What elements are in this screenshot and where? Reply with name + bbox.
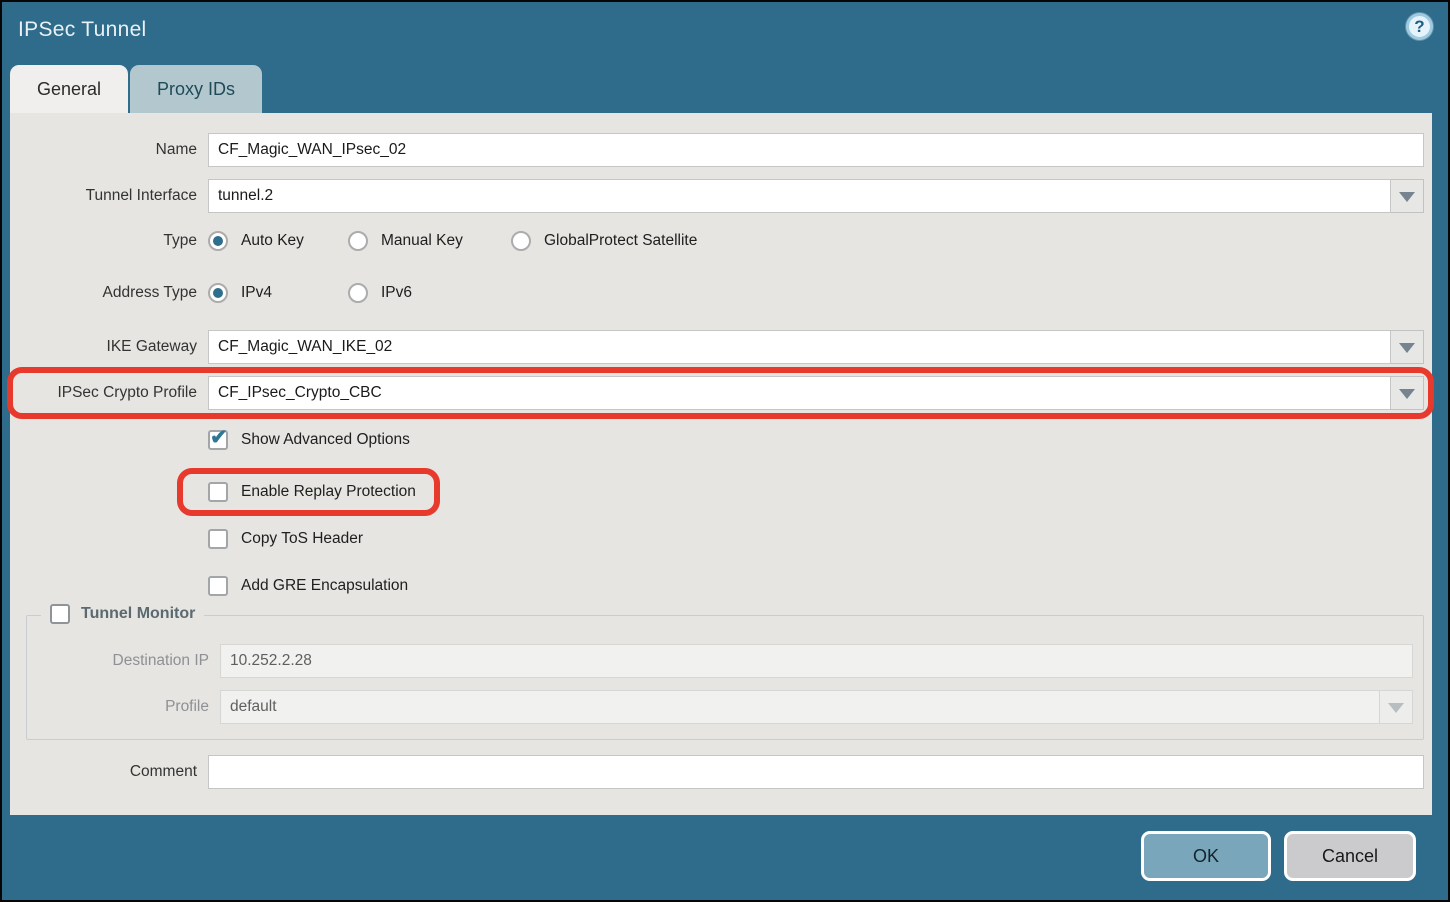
destination-ip-row: Destination IP	[27, 644, 1413, 678]
comment-input[interactable]	[208, 755, 1424, 789]
name-input[interactable]	[208, 133, 1424, 167]
help-icon[interactable]: ?	[1406, 13, 1433, 40]
profile-label: Profile	[27, 698, 220, 716]
name-row: Name	[10, 133, 1424, 167]
type-label: Type	[10, 232, 208, 250]
ike-gateway-row: IKE Gateway	[10, 330, 1424, 364]
copy-tos-header-row: Copy ToS Header	[10, 526, 1424, 552]
radio-option-manual-key: Manual Key	[348, 231, 511, 251]
ipsec-crypto-profile-input[interactable]	[208, 376, 1391, 410]
tunnel-interface-label: Tunnel Interface	[10, 187, 208, 205]
show-advanced-options-checkbox[interactable]	[208, 430, 228, 450]
tunnel-monitor-legend: Tunnel Monitor	[41, 604, 204, 624]
profile-dropdown-button	[1380, 690, 1413, 724]
chevron-down-icon	[1399, 192, 1415, 210]
destination-ip-label: Destination IP	[27, 652, 220, 670]
ipv6-radio[interactable]	[348, 283, 368, 303]
tunnel-monitor-label: Tunnel Monitor	[81, 605, 195, 623]
tunnel-interface-row: Tunnel Interface	[10, 179, 1424, 213]
dialog-footer: OK Cancel	[2, 817, 1448, 900]
tunnel-monitor-fieldset: Tunnel Monitor Destination IP Profile	[26, 615, 1424, 740]
manual-key-label: Manual Key	[381, 232, 463, 250]
ike-gateway-dropdown-button[interactable]	[1391, 330, 1424, 364]
ipv6-label: IPv6	[381, 284, 412, 302]
manual-key-radio[interactable]	[348, 231, 368, 251]
general-tab-panel: Name Tunnel Interface Type Auto Key	[10, 113, 1432, 815]
comment-label: Comment	[10, 763, 208, 781]
dialog-title: IPSec Tunnel	[18, 18, 147, 42]
add-gre-encapsulation-label: Add GRE Encapsulation	[241, 577, 408, 595]
ipsec-crypto-profile-dropdown-button[interactable]	[1391, 376, 1424, 410]
radio-option-auto-key: Auto Key	[208, 231, 348, 251]
ipsec-tunnel-dialog: IPSec Tunnel ? General Proxy IDs Name Tu…	[0, 0, 1450, 902]
radio-option-ipv4: IPv4	[208, 283, 348, 303]
address-type-label: Address Type	[10, 284, 208, 302]
profile-row: Profile	[27, 690, 1413, 724]
ipv4-label: IPv4	[241, 284, 272, 302]
globalprotect-satellite-radio[interactable]	[511, 231, 531, 251]
globalprotect-satellite-label: GlobalProtect Satellite	[544, 232, 697, 250]
ike-gateway-input[interactable]	[208, 330, 1391, 364]
ipsec-crypto-profile-row: IPSec Crypto Profile	[10, 376, 1424, 410]
add-gre-encapsulation-item: Add GRE Encapsulation	[208, 576, 408, 596]
copy-tos-header-item: Copy ToS Header	[208, 529, 363, 549]
name-label: Name	[10, 141, 208, 159]
comment-row: Comment	[10, 755, 1424, 789]
add-gre-encapsulation-row: Add GRE Encapsulation	[10, 573, 1424, 599]
copy-tos-header-checkbox[interactable]	[208, 529, 228, 549]
add-gre-encapsulation-checkbox[interactable]	[208, 576, 228, 596]
ok-button[interactable]: OK	[1141, 831, 1271, 881]
enable-replay-protection-checkbox[interactable]	[208, 482, 228, 502]
copy-tos-header-label: Copy ToS Header	[241, 530, 363, 548]
show-advanced-options-item: Show Advanced Options	[208, 430, 410, 450]
auto-key-radio[interactable]	[208, 231, 228, 251]
tab-proxy-ids[interactable]: Proxy IDs	[130, 65, 262, 113]
chevron-down-icon	[1399, 389, 1415, 407]
radio-option-ipv6: IPv6	[348, 283, 412, 303]
tab-bar: General Proxy IDs	[10, 65, 262, 113]
tunnel-monitor-checkbox[interactable]	[50, 604, 70, 624]
radio-option-globalprotect-satellite: GlobalProtect Satellite	[511, 231, 697, 251]
chevron-down-icon	[1388, 703, 1404, 721]
tunnel-interface-dropdown-button[interactable]	[1391, 179, 1424, 213]
type-row: Type Auto Key Manual Key GlobalProtect S…	[10, 228, 1424, 254]
tunnel-interface-input[interactable]	[208, 179, 1391, 213]
enable-replay-protection-item: Enable Replay Protection	[208, 482, 416, 502]
enable-replay-protection-row: Enable Replay Protection	[10, 479, 1424, 505]
auto-key-label: Auto Key	[241, 232, 304, 250]
chevron-down-icon	[1399, 343, 1415, 361]
show-advanced-options-label: Show Advanced Options	[241, 431, 410, 449]
ipv4-radio[interactable]	[208, 283, 228, 303]
ipsec-crypto-profile-label: IPSec Crypto Profile	[10, 384, 208, 402]
tab-general[interactable]: General	[10, 65, 128, 113]
destination-ip-input	[220, 644, 1413, 678]
enable-replay-protection-label: Enable Replay Protection	[241, 483, 416, 501]
cancel-button[interactable]: Cancel	[1284, 831, 1416, 881]
show-advanced-options-row: Show Advanced Options	[10, 427, 1424, 453]
profile-input	[220, 690, 1380, 724]
address-type-row: Address Type IPv4 IPv6	[10, 280, 1424, 306]
ike-gateway-label: IKE Gateway	[10, 338, 208, 356]
